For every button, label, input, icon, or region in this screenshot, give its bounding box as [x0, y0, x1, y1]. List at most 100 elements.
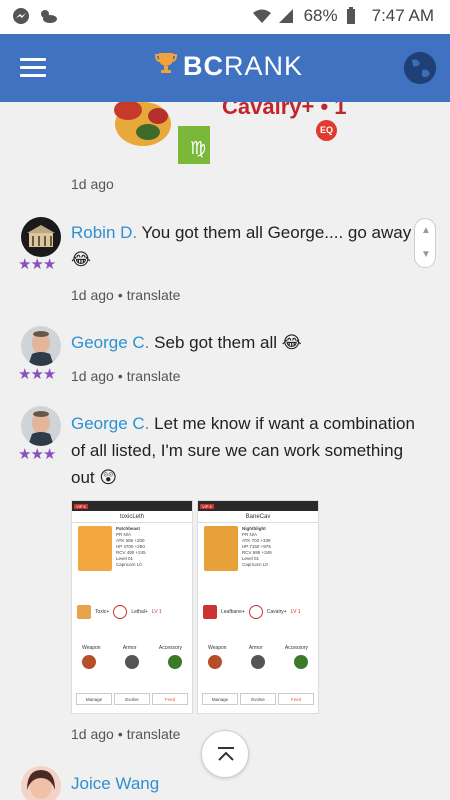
- status-bar: 68% 7:47 AM: [0, 0, 450, 34]
- ability-name: Cavalry+: [266, 609, 287, 615]
- equipment-labels: Weapon Armor Accessory: [82, 645, 182, 651]
- armor-icon: [125, 655, 139, 669]
- equipment-row: [82, 655, 182, 669]
- vip-badge: VIP 6: [200, 503, 214, 509]
- timestamp: 1d ago: [71, 287, 114, 303]
- comment-meta: 1d ago • translate: [71, 287, 181, 303]
- equipment-labels: Weapon Armor Accessory: [208, 645, 308, 651]
- abilities-row: Leafbane+ Cavalry+ LV 1: [203, 603, 315, 621]
- signal-icon: [278, 7, 296, 25]
- comment-body: You got them all George.... go away: [137, 223, 412, 242]
- ability-name: Lethal+: [131, 609, 148, 615]
- evolve-button: Evolve: [114, 693, 150, 705]
- comment-author[interactable]: Joice Wang: [71, 774, 159, 793]
- ability-icon: [248, 605, 263, 619]
- equipment-label: Accessory: [284, 645, 308, 651]
- comment-author[interactable]: George C.: [71, 414, 149, 433]
- equipment-row: [208, 655, 308, 669]
- chevron-up-icon: ▲: [421, 225, 431, 236]
- brand-logo[interactable]: BCRANK: [154, 51, 304, 82]
- brand-bc: BC: [183, 51, 224, 81]
- avatar[interactable]: [21, 217, 61, 257]
- svg-text:♍: ♍: [190, 138, 206, 159]
- equipment-label: Weapon: [82, 645, 101, 651]
- ability-icon: [113, 605, 128, 619]
- ability-level: LV 1: [290, 609, 301, 615]
- timestamp: 1d ago: [71, 368, 114, 384]
- vip-badge: VIP 6: [74, 503, 88, 509]
- timestamp: 1d ago: [71, 726, 114, 742]
- ability-icon: [77, 605, 91, 619]
- translate-link[interactable]: translate: [127, 287, 181, 303]
- emoji: 😂: [71, 250, 91, 269]
- weather-icon: [38, 7, 57, 25]
- equipment-label: Accessory: [158, 645, 182, 651]
- comment-author[interactable]: Robin D.: [71, 223, 137, 242]
- hero-stats: Nightblight PR N/A ATK 703 +339 HP 7150 …: [242, 526, 316, 568]
- ability-level: LV 1: [151, 609, 162, 615]
- manage-button: Manage: [76, 693, 112, 705]
- comment-body: Seb got them all: [149, 333, 278, 352]
- emoji: 😂: [281, 333, 302, 352]
- comment-meta: 1d ago • translate: [71, 726, 181, 742]
- messenger-icon: [12, 7, 30, 25]
- manage-button: Manage: [202, 693, 238, 705]
- brand-rank: RANK: [224, 51, 304, 81]
- battery-icon: [346, 7, 364, 25]
- screenshot-thumbnail[interactable]: VIP 6 BaneCav Nightblight PR N/A ATK 703…: [197, 500, 319, 714]
- timestamp: 1d ago: [71, 176, 114, 192]
- avatar[interactable]: [21, 406, 61, 446]
- previous-post-title: Cavalry+ • 1: [222, 102, 347, 119]
- stat-line: Capricorn L0: [242, 562, 268, 567]
- comment-text: George C. Let me know if want a combinat…: [71, 410, 421, 491]
- screenshot-buttons: Manage Evolve Feed: [202, 693, 314, 705]
- rating-stars: ★★★: [18, 256, 56, 273]
- armor-icon: [251, 655, 265, 669]
- comment-text: George C. Seb got them all 😂: [71, 329, 421, 356]
- comment-text: Joice Wang: [71, 770, 421, 797]
- eq-badge: EQ: [316, 120, 337, 141]
- equipment-label: Armor: [248, 645, 263, 651]
- screenshot-buttons: Manage Evolve Feed: [76, 693, 188, 705]
- accessory-icon: [168, 655, 182, 669]
- evolve-button: Evolve: [240, 693, 276, 705]
- attached-screenshots: VIP 6 toxicLeth Patchbeast PR N/A ATK 58…: [71, 500, 328, 714]
- translate-link[interactable]: translate: [127, 726, 181, 742]
- scroll-indicator[interactable]: ▲ ▼: [414, 218, 436, 268]
- stat-line: Capricorn L0: [116, 562, 142, 567]
- comment-text: Robin D. You got them all George.... go …: [71, 219, 421, 273]
- hero-portrait: [204, 526, 238, 571]
- accessory-icon: [294, 655, 308, 669]
- comment-author[interactable]: George C.: [71, 333, 149, 352]
- weapon-icon: [82, 655, 96, 669]
- app-bar: BCRANK: [0, 34, 450, 102]
- equipment-label: Armor: [122, 645, 137, 651]
- battery-percent: 68%: [303, 6, 338, 25]
- screenshot-title: toxicLeth: [72, 511, 192, 523]
- arrow-up-icon: [218, 747, 234, 761]
- globe-icon[interactable]: [404, 52, 436, 84]
- rating-stars: ★★★: [18, 366, 56, 383]
- screenshot-thumbnail[interactable]: VIP 6 toxicLeth Patchbeast PR N/A ATK 58…: [71, 500, 193, 714]
- comment-meta: 1d ago • translate: [71, 368, 181, 384]
- feed-button: Feed: [278, 693, 314, 705]
- wifi-icon: [252, 7, 271, 25]
- ability-icon: [203, 605, 217, 619]
- feed-button: Feed: [152, 693, 188, 705]
- rating-stars: ★★★: [18, 446, 56, 463]
- hero-card-image[interactable]: ♍: [98, 102, 210, 164]
- avatar[interactable]: [21, 326, 61, 366]
- hero-portrait: [78, 526, 112, 571]
- weapon-icon: [208, 655, 222, 669]
- ability-name: Toxic+: [95, 609, 110, 615]
- trophy-icon: [154, 51, 178, 82]
- menu-icon[interactable]: [20, 58, 46, 78]
- translate-link[interactable]: translate: [127, 368, 181, 384]
- chevron-down-icon: ▼: [421, 249, 431, 260]
- ability-name: Leafbane+: [221, 609, 245, 615]
- comments-feed: ♍ Cavalry+ • 1 EQ 1d ago ★★★ Robin D. Yo…: [0, 102, 450, 800]
- emoji: 😲: [99, 468, 118, 487]
- avatar[interactable]: [21, 766, 61, 800]
- abilities-row: Toxic+ Lethal+ LV 1: [77, 603, 189, 621]
- clock: 7:47 AM: [371, 6, 434, 25]
